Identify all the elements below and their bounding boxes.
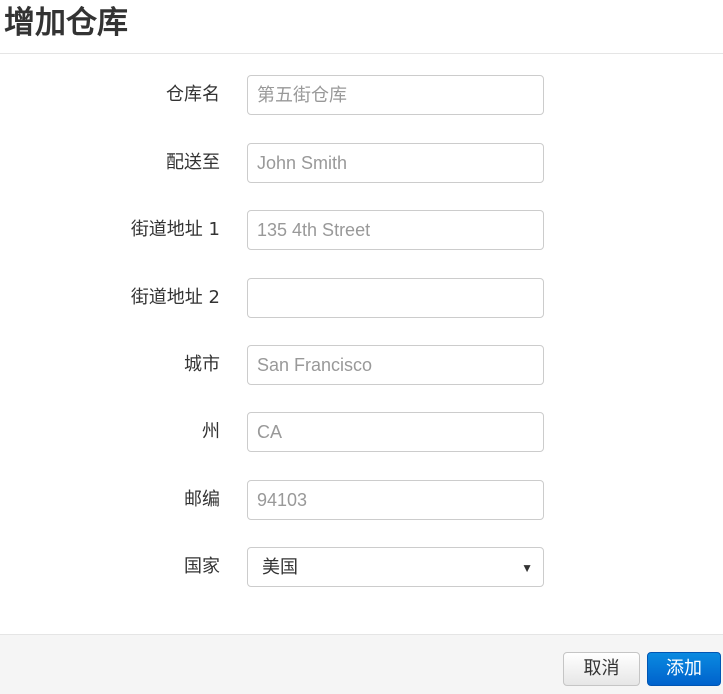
dialog-footer: 取消 添加 bbox=[0, 634, 723, 694]
street-address-2-label: 街道地址 2 bbox=[130, 287, 220, 308]
state-row: 州 bbox=[0, 412, 723, 452]
street-address-1-label: 街道地址 1 bbox=[130, 219, 220, 240]
warehouse-name-row: 仓库名 bbox=[0, 75, 723, 115]
dialog-title: 增加仓库 bbox=[4, 5, 128, 41]
cancel-button[interactable]: 取消 bbox=[563, 652, 640, 686]
city-label: 城市 bbox=[184, 354, 220, 375]
city-row: 城市 bbox=[0, 345, 723, 385]
dialog-header: 增加仓库 bbox=[0, 0, 723, 54]
street-address-2-row: 街道地址 2 bbox=[0, 278, 723, 318]
zip-input[interactable] bbox=[247, 480, 544, 520]
caret-down-icon: ▼ bbox=[521, 561, 533, 575]
street-address-2-input[interactable] bbox=[247, 278, 544, 318]
street-address-1-input[interactable] bbox=[247, 210, 544, 250]
country-selected-value: 美国 bbox=[262, 557, 298, 578]
warehouse-name-label: 仓库名 bbox=[166, 84, 220, 105]
warehouse-name-input[interactable] bbox=[247, 75, 544, 115]
add-button[interactable]: 添加 bbox=[647, 652, 721, 686]
city-input[interactable] bbox=[247, 345, 544, 385]
street-address-1-row: 街道地址 1 bbox=[0, 210, 723, 250]
country-select[interactable]: 美国 ▼ bbox=[247, 547, 544, 587]
zip-row: 邮编 bbox=[0, 480, 723, 520]
state-label: 州 bbox=[202, 421, 220, 442]
ship-to-input[interactable] bbox=[247, 143, 544, 183]
add-warehouse-dialog: 增加仓库 仓库名 配送至 街道地址 1 街道地址 2 城市 州 邮编 国家 美国… bbox=[0, 0, 723, 694]
ship-to-label: 配送至 bbox=[166, 152, 220, 173]
state-input[interactable] bbox=[247, 412, 544, 452]
country-row: 国家 美国 ▼ bbox=[0, 547, 723, 587]
country-label: 国家 bbox=[184, 556, 220, 577]
zip-label: 邮编 bbox=[184, 489, 220, 510]
ship-to-row: 配送至 bbox=[0, 143, 723, 183]
